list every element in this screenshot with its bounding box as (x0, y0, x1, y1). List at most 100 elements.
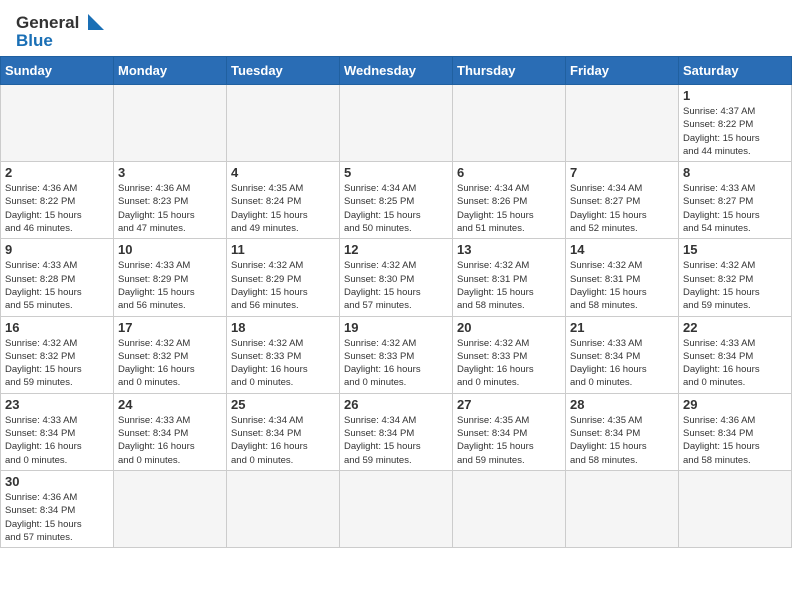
day-number: 1 (683, 88, 787, 103)
day-number: 13 (457, 242, 561, 257)
day-number: 23 (5, 397, 109, 412)
day-info: Sunrise: 4:35 AM Sunset: 8:24 PM Dayligh… (231, 182, 335, 235)
calendar-day-cell (679, 470, 792, 547)
calendar-day-cell: 21 Sunrise: 4:33 AM Sunset: 8:34 PM Dayli… (566, 316, 679, 393)
day-info: Sunrise: 4:32 AM Sunset: 8:31 PM Dayligh… (570, 259, 674, 312)
calendar-day-cell: 23 Sunrise: 4:33 AM Sunset: 8:34 PM Dayli… (1, 393, 114, 470)
calendar-day-cell (227, 85, 340, 162)
day-info: Sunrise: 4:33 AM Sunset: 8:34 PM Dayligh… (570, 337, 674, 390)
day-info: Sunrise: 4:33 AM Sunset: 8:27 PM Dayligh… (683, 182, 787, 235)
calendar-day-cell (114, 85, 227, 162)
day-info: Sunrise: 4:36 AM Sunset: 8:34 PM Dayligh… (5, 491, 109, 544)
day-number: 19 (344, 320, 448, 335)
day-info: Sunrise: 4:32 AM Sunset: 8:30 PM Dayligh… (344, 259, 448, 312)
day-info: Sunrise: 4:32 AM Sunset: 8:32 PM Dayligh… (5, 337, 109, 390)
day-info: Sunrise: 4:33 AM Sunset: 8:34 PM Dayligh… (118, 414, 222, 467)
calendar-day-header: Tuesday (227, 57, 340, 85)
calendar-day-header: Wednesday (340, 57, 453, 85)
calendar-day-cell: 30Sunrise: 4:36 AM Sunset: 8:34 PM Dayli… (1, 470, 114, 547)
calendar-day-cell: 13Sunrise: 4:32 AM Sunset: 8:31 PM Dayli… (453, 239, 566, 316)
day-info: Sunrise: 4:33 AM Sunset: 8:28 PM Dayligh… (5, 259, 109, 312)
calendar-day-cell: 9 Sunrise: 4:33 AM Sunset: 8:28 PM Daylig… (1, 239, 114, 316)
calendar-day-header: Thursday (453, 57, 566, 85)
day-info: Sunrise: 4:32 AM Sunset: 8:32 PM Dayligh… (683, 259, 787, 312)
day-number: 5 (344, 165, 448, 180)
calendar-header-row: SundayMondayTuesdayWednesdayThursdayFrid… (1, 57, 792, 85)
day-number: 7 (570, 165, 674, 180)
calendar-day-header: Sunday (1, 57, 114, 85)
calendar-table: SundayMondayTuesdayWednesdayThursdayFrid… (0, 56, 792, 548)
calendar-day-cell (340, 470, 453, 547)
calendar-day-cell (566, 470, 679, 547)
logo-svg: GeneralBlue (16, 10, 106, 50)
day-number: 29 (683, 397, 787, 412)
calendar-day-cell (340, 85, 453, 162)
calendar-day-cell: 26Sunrise: 4:34 AM Sunset: 8:34 PM Dayli… (340, 393, 453, 470)
day-number: 21 (570, 320, 674, 335)
day-number: 8 (683, 165, 787, 180)
calendar-day-cell: 8 Sunrise: 4:33 AM Sunset: 8:27 PM Daylig… (679, 162, 792, 239)
day-info: Sunrise: 4:32 AM Sunset: 8:33 PM Dayligh… (344, 337, 448, 390)
calendar-week-row: 30Sunrise: 4:36 AM Sunset: 8:34 PM Dayli… (1, 470, 792, 547)
calendar-day-cell: 20Sunrise: 4:32 AM Sunset: 8:33 PM Dayli… (453, 316, 566, 393)
day-number: 6 (457, 165, 561, 180)
day-number: 17 (118, 320, 222, 335)
day-info: Sunrise: 4:34 AM Sunset: 8:25 PM Dayligh… (344, 182, 448, 235)
calendar-day-cell: 19 Sunrise: 4:32 AM Sunset: 8:33 PM Dayli… (340, 316, 453, 393)
calendar-day-cell: 24Sunrise: 4:33 AM Sunset: 8:34 PM Dayli… (114, 393, 227, 470)
calendar-day-cell (566, 85, 679, 162)
calendar-day-cell: 7Sunrise: 4:34 AM Sunset: 8:27 PM Daylig… (566, 162, 679, 239)
day-info: Sunrise: 4:36 AM Sunset: 8:34 PM Dayligh… (683, 414, 787, 467)
day-number: 25 (231, 397, 335, 412)
day-number: 2 (5, 165, 109, 180)
day-number: 10 (118, 242, 222, 257)
day-number: 3 (118, 165, 222, 180)
day-info: Sunrise: 4:33 AM Sunset: 8:34 PM Dayligh… (5, 414, 109, 467)
calendar-day-cell (453, 470, 566, 547)
day-info: Sunrise: 4:37 AM Sunset: 8:22 PM Dayligh… (683, 105, 787, 158)
calendar-day-cell: 11Sunrise: 4:32 AM Sunset: 8:29 PM Dayli… (227, 239, 340, 316)
day-info: Sunrise: 4:33 AM Sunset: 8:29 PM Dayligh… (118, 259, 222, 312)
calendar-day-cell: 4 Sunrise: 4:35 AM Sunset: 8:24 PM Daylig… (227, 162, 340, 239)
day-number: 27 (457, 397, 561, 412)
day-number: 4 (231, 165, 335, 180)
day-info: Sunrise: 4:32 AM Sunset: 8:32 PM Dayligh… (118, 337, 222, 390)
calendar-day-cell: 27Sunrise: 4:35 AM Sunset: 8:34 PM Dayli… (453, 393, 566, 470)
day-info: Sunrise: 4:35 AM Sunset: 8:34 PM Dayligh… (570, 414, 674, 467)
day-info: Sunrise: 4:34 AM Sunset: 8:34 PM Dayligh… (344, 414, 448, 467)
calendar-week-row: 9 Sunrise: 4:33 AM Sunset: 8:28 PM Daylig… (1, 239, 792, 316)
day-info: Sunrise: 4:32 AM Sunset: 8:33 PM Dayligh… (457, 337, 561, 390)
calendar-day-header: Friday (566, 57, 679, 85)
day-info: Sunrise: 4:32 AM Sunset: 8:33 PM Dayligh… (231, 337, 335, 390)
day-info: Sunrise: 4:33 AM Sunset: 8:34 PM Dayligh… (683, 337, 787, 390)
calendar-week-row: 2 Sunrise: 4:36 AM Sunset: 8:22 PM Daylig… (1, 162, 792, 239)
day-number: 16 (5, 320, 109, 335)
calendar-day-cell: 18 Sunrise: 4:32 AM Sunset: 8:33 PM Dayli… (227, 316, 340, 393)
day-number: 9 (5, 242, 109, 257)
day-info: Sunrise: 4:36 AM Sunset: 8:23 PM Dayligh… (118, 182, 222, 235)
calendar-day-cell (114, 470, 227, 547)
day-number: 18 (231, 320, 335, 335)
calendar-day-cell (453, 85, 566, 162)
calendar-day-cell (227, 470, 340, 547)
day-info: Sunrise: 4:36 AM Sunset: 8:22 PM Dayligh… (5, 182, 109, 235)
calendar-day-cell: 22 Sunrise: 4:33 AM Sunset: 8:34 PM Dayli… (679, 316, 792, 393)
calendar-day-cell: 6Sunrise: 4:34 AM Sunset: 8:26 PM Daylig… (453, 162, 566, 239)
logo: GeneralBlue (16, 10, 106, 50)
day-number: 14 (570, 242, 674, 257)
svg-text:Blue: Blue (16, 31, 53, 50)
day-info: Sunrise: 4:34 AM Sunset: 8:34 PM Dayligh… (231, 414, 335, 467)
calendar-day-cell: 1 Sunrise: 4:37 AM Sunset: 8:22 PM Daylig… (679, 85, 792, 162)
calendar-day-cell: 12 Sunrise: 4:32 AM Sunset: 8:30 PM Dayli… (340, 239, 453, 316)
calendar-day-cell: 28Sunrise: 4:35 AM Sunset: 8:34 PM Dayli… (566, 393, 679, 470)
calendar-day-cell: 25 Sunrise: 4:34 AM Sunset: 8:34 PM Dayli… (227, 393, 340, 470)
calendar-day-cell: 16 Sunrise: 4:32 AM Sunset: 8:32 PM Dayli… (1, 316, 114, 393)
calendar-day-cell: 29 Sunrise: 4:36 AM Sunset: 8:34 PM Dayli… (679, 393, 792, 470)
day-number: 12 (344, 242, 448, 257)
calendar-week-row: 16 Sunrise: 4:32 AM Sunset: 8:32 PM Dayli… (1, 316, 792, 393)
calendar-week-row: 23 Sunrise: 4:33 AM Sunset: 8:34 PM Dayli… (1, 393, 792, 470)
day-number: 22 (683, 320, 787, 335)
day-number: 11 (231, 242, 335, 257)
calendar-day-cell: 2 Sunrise: 4:36 AM Sunset: 8:22 PM Daylig… (1, 162, 114, 239)
calendar-week-row: 1 Sunrise: 4:37 AM Sunset: 8:22 PM Daylig… (1, 85, 792, 162)
